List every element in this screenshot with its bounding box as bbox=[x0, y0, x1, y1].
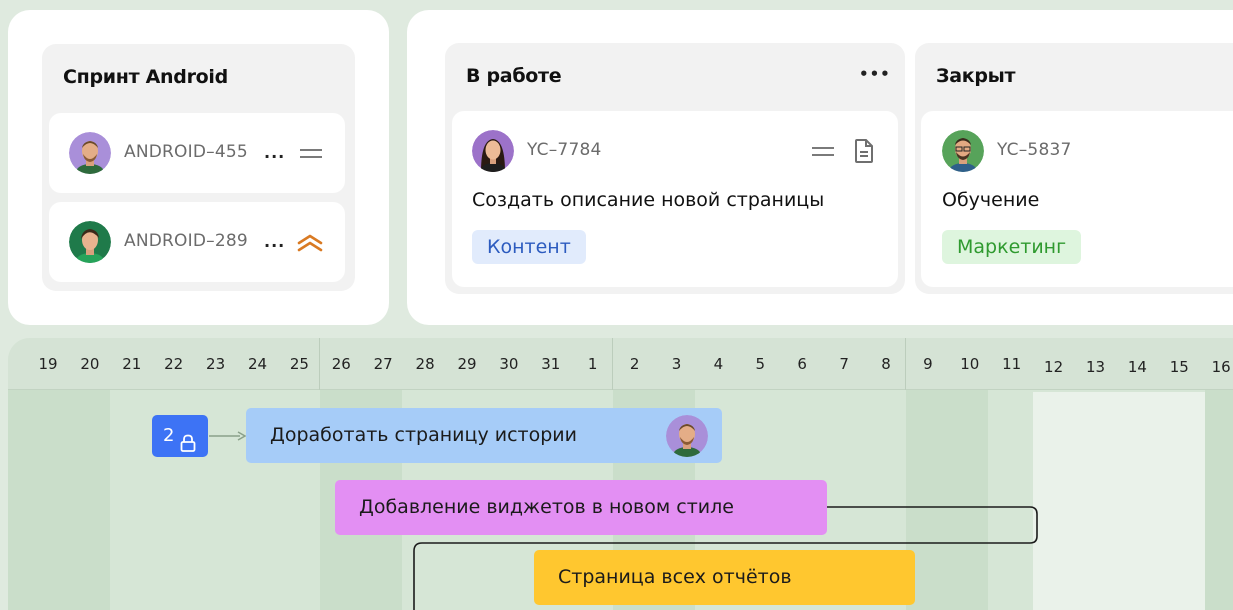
issue-key: YC–7784 bbox=[527, 140, 602, 160]
avatar bbox=[69, 221, 111, 263]
sprint-panel: Спринт Android ANDROID–455 ... ANDROID–2… bbox=[8, 10, 389, 325]
issue-card[interactable]: YC–5837 Обучение Маркетинг bbox=[921, 111, 1233, 287]
sprint-item[interactable]: ANDROID–455 ... bbox=[49, 113, 345, 193]
more-icon[interactable]: ... bbox=[264, 232, 285, 251]
board-column-in-progress: В работе ••• YC–7784 Создать описание но… bbox=[445, 43, 905, 294]
board-column-closed: Закрыт YC–5837 Обучение Маркетинг bbox=[915, 43, 1233, 294]
tag-content[interactable]: Контент bbox=[472, 230, 586, 264]
lock-icon bbox=[180, 426, 196, 468]
task-bar[interactable]: Страница всех отчётов bbox=[534, 550, 915, 605]
issue-title: Обучение bbox=[942, 189, 1040, 211]
task-bar-label: Добавление виджетов в новом стиле bbox=[359, 496, 734, 518]
column-title: Закрыт bbox=[936, 65, 1016, 87]
issue-key: ANDROID–289 bbox=[124, 231, 248, 251]
timeline: 19 20 21 22 23 24 25 26 27 28 29 30 31 1 2 3 4 5 6 7 8 9 10 11 1… bbox=[8, 338, 1233, 610]
issue-title: Создать описание новой страницы bbox=[472, 189, 825, 211]
dependency-badge[interactable]: 2 bbox=[152, 415, 208, 457]
task-bar-label: Страница всех отчётов bbox=[558, 566, 792, 588]
board-panel: В работе ••• YC–7784 Создать описание но… bbox=[407, 10, 1233, 325]
avatar bbox=[666, 415, 708, 457]
issue-key: YC–5837 bbox=[997, 140, 1072, 160]
avatar bbox=[472, 130, 514, 172]
more-icon[interactable]: ... bbox=[264, 143, 285, 162]
task-bar[interactable]: Добавление виджетов в новом стиле bbox=[335, 480, 827, 535]
equals-icon bbox=[812, 147, 834, 156]
sprint-item[interactable]: ANDROID–289 ... bbox=[49, 202, 345, 282]
sprint-title: Спринт Android bbox=[63, 66, 228, 88]
task-bar-label: Доработать страницу истории bbox=[270, 424, 577, 446]
issue-key: ANDROID–455 bbox=[124, 142, 248, 162]
column-menu-icon[interactable]: ••• bbox=[859, 65, 891, 83]
document-icon bbox=[854, 138, 874, 168]
equals-icon bbox=[300, 149, 322, 158]
sprint-column: Спринт Android ANDROID–455 ... ANDROID–2… bbox=[42, 44, 355, 291]
avatar bbox=[69, 132, 111, 174]
task-bar[interactable]: Доработать страницу истории bbox=[246, 408, 722, 463]
column-title: В работе bbox=[466, 65, 562, 87]
chevrons-up-icon bbox=[297, 234, 323, 256]
issue-card[interactable]: YC–7784 Создать описание новой страницы … bbox=[452, 111, 898, 287]
tag-marketing[interactable]: Маркетинг bbox=[942, 230, 1082, 264]
avatar bbox=[942, 130, 984, 172]
dependency-count: 2 bbox=[163, 425, 175, 446]
